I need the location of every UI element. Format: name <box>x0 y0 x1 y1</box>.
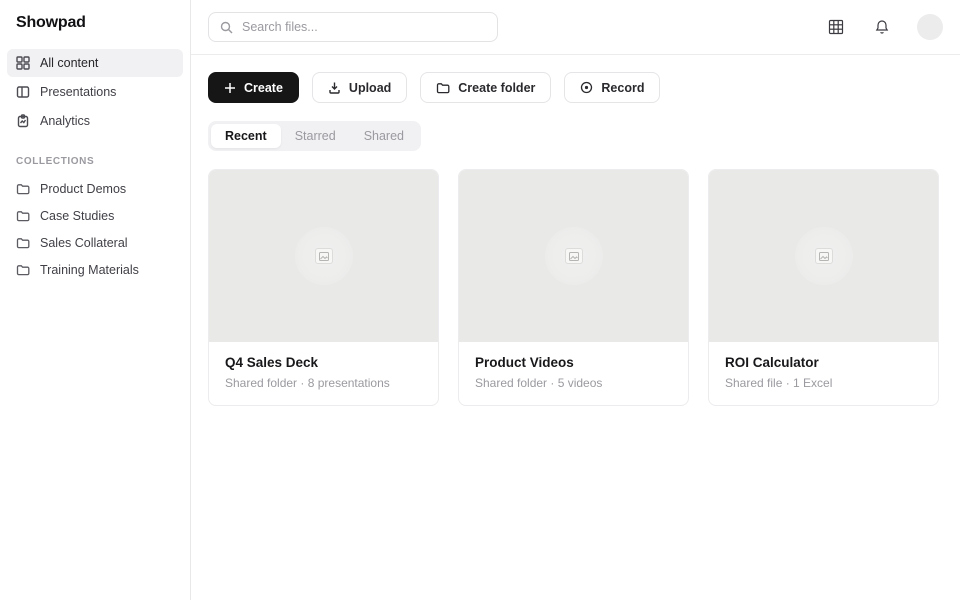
sidebar: Showpad All content Presentations <box>0 0 191 600</box>
main-area: Create Upload <box>191 0 960 600</box>
thumbnail-watermark <box>545 227 603 285</box>
search-box[interactable] <box>208 12 498 42</box>
folder-icon <box>16 236 30 250</box>
record-button-label: Record <box>601 81 644 95</box>
tab-bar: Recent Starred Shared <box>208 121 421 151</box>
sidebar-item-label: Presentations <box>40 85 116 99</box>
folder-icon <box>16 209 30 223</box>
create-button[interactable]: Create <box>208 72 299 103</box>
create-button-label: Create <box>244 81 283 95</box>
card-subtitle: Shared file · 1 Excel <box>725 376 922 390</box>
tab-recent[interactable]: Recent <box>211 124 281 148</box>
search-icon <box>220 21 233 34</box>
sidebar-item-analytics[interactable]: Analytics <box>7 107 183 135</box>
card-footer: Q4 Sales Deck Shared folder · 8 presenta… <box>209 342 438 405</box>
sidebar-item-presentations[interactable]: Presentations <box>7 78 183 106</box>
avatar[interactable] <box>917 14 943 40</box>
sidebar-item-sales-collateral[interactable]: Sales Collateral <box>7 229 183 256</box>
sidebar-item-label: Product Demos <box>40 182 126 196</box>
card-roi-calculator[interactable]: ROI Calculator Shared file · 1 Excel <box>708 169 939 406</box>
sidebar-item-label: All content <box>40 56 98 70</box>
card-q4-sales-deck[interactable]: Q4 Sales Deck Shared folder · 8 presenta… <box>208 169 439 406</box>
record-button[interactable]: Record <box>564 72 660 103</box>
folder-icon <box>16 263 30 277</box>
upload-button-label: Upload <box>349 81 391 95</box>
grid-icon <box>16 56 30 70</box>
analytics-icon <box>16 114 30 128</box>
apps-grid-icon[interactable] <box>825 16 847 38</box>
topbar-actions <box>825 14 943 40</box>
card-thumbnail <box>709 170 938 342</box>
create-folder-button-label: Create folder <box>458 81 535 95</box>
action-bar: Create Upload <box>208 72 943 103</box>
sidebar-item-label: Training Materials <box>40 263 139 277</box>
card-thumbnail <box>209 170 438 342</box>
sidebar-item-label: Sales Collateral <box>40 236 128 250</box>
card-footer: ROI Calculator Shared file · 1 Excel <box>709 342 938 405</box>
collections-header: COLLECTIONS <box>0 136 190 175</box>
sidebar-item-training-materials[interactable]: Training Materials <box>7 256 183 283</box>
sidebar-item-product-demos[interactable]: Product Demos <box>7 175 183 202</box>
app-logo: Showpad <box>0 14 190 48</box>
create-folder-button[interactable]: Create folder <box>420 72 551 103</box>
image-placeholder-icon <box>565 248 583 264</box>
card-thumbnail <box>459 170 688 342</box>
sidebar-item-label: Analytics <box>40 114 90 128</box>
card-grid: Q4 Sales Deck Shared folder · 8 presenta… <box>208 169 943 406</box>
card-subtitle: Shared folder · 5 videos <box>475 376 672 390</box>
folder-icon <box>16 182 30 196</box>
thumbnail-watermark <box>295 227 353 285</box>
thumbnail-watermark <box>795 227 853 285</box>
image-placeholder-icon <box>815 248 833 264</box>
card-product-videos[interactable]: Product Videos Shared folder · 5 videos <box>458 169 689 406</box>
search-input[interactable] <box>242 20 486 34</box>
card-footer: Product Videos Shared folder · 5 videos <box>459 342 688 405</box>
app-window: Showpad All content Presentations <box>0 0 960 600</box>
tab-shared[interactable]: Shared <box>350 124 418 148</box>
upload-icon <box>328 81 341 94</box>
content: Create Upload <box>191 55 960 423</box>
card-title: Product Videos <box>475 355 672 370</box>
tab-starred[interactable]: Starred <box>281 124 350 148</box>
sidebar-item-case-studies[interactable]: Case Studies <box>7 202 183 229</box>
card-title: ROI Calculator <box>725 355 922 370</box>
upload-button[interactable]: Upload <box>312 72 407 103</box>
image-placeholder-icon <box>315 248 333 264</box>
sidebar-item-label: Case Studies <box>40 209 114 223</box>
sidebar-item-all-content[interactable]: All content <box>7 49 183 77</box>
bell-icon[interactable] <box>871 16 893 38</box>
card-subtitle: Shared folder · 8 presentations <box>225 376 422 390</box>
folder-icon <box>436 81 450 95</box>
presentation-icon <box>16 85 30 99</box>
topbar <box>191 0 960 55</box>
record-icon <box>580 81 593 94</box>
plus-icon <box>224 82 236 94</box>
card-title: Q4 Sales Deck <box>225 355 422 370</box>
